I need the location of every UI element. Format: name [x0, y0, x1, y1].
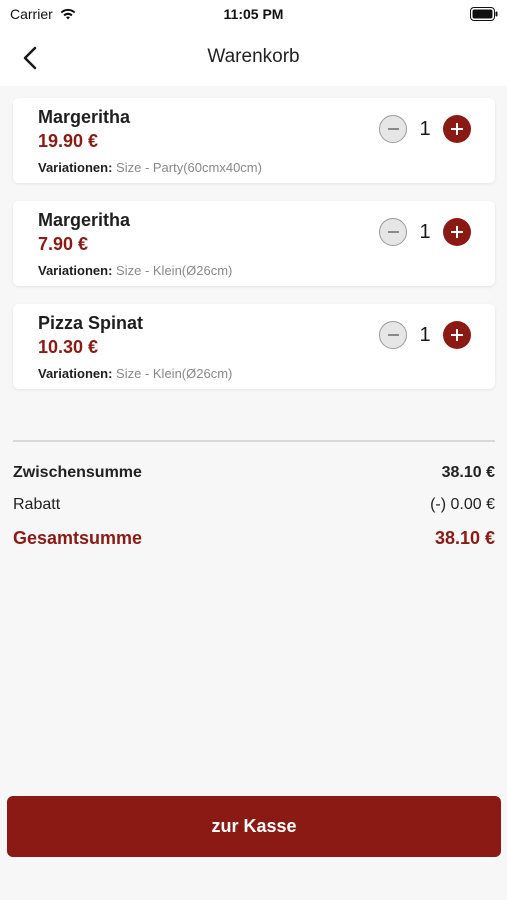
variations-value: Size - Party(60cmx40cm)	[116, 160, 262, 175]
quantity-value: 1	[419, 117, 431, 140]
navigation-bar: Warenkorb	[0, 30, 507, 86]
quantity-stepper: 1	[379, 115, 471, 143]
discount-row: Rabatt (-) 0.00 €	[13, 496, 495, 514]
variations-label: Variationen:	[38, 263, 113, 278]
minus-circle-icon[interactable]	[379, 218, 407, 246]
item-variations: Variationen: Size - Klein(Ø26cm)	[38, 263, 232, 278]
minus-circle-icon[interactable]	[379, 115, 407, 143]
status-bar: Carrier 11:05 PM	[0, 0, 507, 30]
minus-circle-icon[interactable]	[379, 321, 407, 349]
item-name: Margeritha	[38, 107, 131, 127]
quantity-stepper: 1	[379, 218, 471, 246]
item-variations: Variationen: Size - Party(60cmx40cm)	[38, 160, 262, 175]
battery-icon	[470, 7, 498, 21]
total-value: 38.10 €	[434, 528, 495, 548]
item-name: Margeritha	[38, 210, 131, 230]
checkout-button[interactable]: zur Kasse	[7, 796, 501, 857]
quantity-value: 1	[419, 323, 431, 346]
item-price: 19.90 €	[38, 131, 99, 151]
quantity-stepper: 1	[379, 321, 471, 349]
page-title: Warenkorb	[207, 46, 300, 67]
variations-label: Variationen:	[38, 366, 113, 381]
variations-value: Size - Klein(Ø26cm)	[116, 263, 233, 278]
status-time: 11:05 PM	[223, 6, 284, 22]
total-row: Gesamtsumme 38.10 €	[13, 528, 495, 549]
subtotal-row: Zwischensumme 38.10 €	[13, 464, 495, 482]
plus-circle-icon[interactable]	[443, 321, 471, 349]
variations-label: Variationen:	[38, 160, 113, 175]
subtotal-value: 38.10 €	[441, 464, 495, 481]
summary-divider	[13, 440, 495, 442]
plus-circle-icon[interactable]	[443, 218, 471, 246]
item-name: Pizza Spinat	[38, 313, 144, 333]
variations-value: Size - Klein(Ø26cm)	[116, 366, 233, 381]
cart-item: Pizza Spinat 10.30 € Variationen: Size -…	[13, 304, 495, 389]
plus-circle-icon[interactable]	[443, 115, 471, 143]
item-variations: Variationen: Size - Klein(Ø26cm)	[38, 366, 232, 381]
quantity-value: 1	[419, 220, 431, 243]
total-label: Gesamtsumme	[13, 528, 143, 548]
cart-item: Margeritha 7.90 € Variationen: Size - Kl…	[13, 201, 495, 286]
subtotal-label: Zwischensumme	[13, 464, 142, 481]
item-price: 7.90 €	[38, 234, 89, 254]
item-price: 10.30 €	[38, 337, 99, 357]
discount-label: Rabatt	[13, 496, 61, 513]
discount-value: (-) 0.00 €	[430, 496, 495, 513]
cart-item: Margeritha 19.90 € Variationen: Size - P…	[13, 98, 495, 183]
